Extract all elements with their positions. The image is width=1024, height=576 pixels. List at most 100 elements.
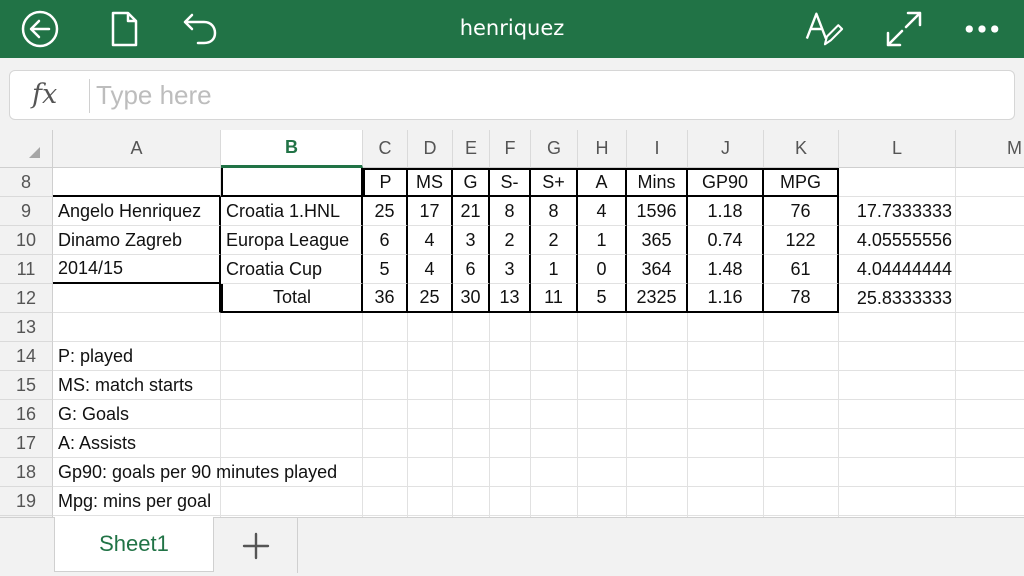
cell-k15[interactable] xyxy=(764,371,839,400)
row-header-16[interactable]: 16 xyxy=(0,400,53,429)
cell-e9[interactable]: 21 xyxy=(453,197,490,226)
cell-k18[interactable] xyxy=(764,458,839,487)
select-all-corner[interactable] xyxy=(0,130,53,168)
cell-a11[interactable]: 2014/15 xyxy=(53,255,221,284)
cell-k10[interactable]: 122 xyxy=(764,226,839,255)
cell-c16[interactable] xyxy=(363,400,408,429)
cell-b16[interactable] xyxy=(221,400,363,429)
cell-d17[interactable] xyxy=(408,429,453,458)
formula-input[interactable] xyxy=(96,77,996,113)
cell-c11[interactable]: 5 xyxy=(363,255,408,284)
cell-b8[interactable] xyxy=(221,168,363,197)
cell-a10[interactable]: Dinamo Zagreb xyxy=(53,226,221,255)
column-header-i[interactable]: I xyxy=(627,130,688,168)
cell-l9[interactable]: 17.7333333 xyxy=(839,197,956,226)
cell-g10[interactable]: 2 xyxy=(531,226,578,255)
cell-e19[interactable] xyxy=(453,487,490,516)
cell-c18[interactable] xyxy=(363,458,408,487)
cell-k8[interactable]: MPG xyxy=(764,168,839,197)
cell-e8[interactable]: G xyxy=(453,168,490,197)
cell-d14[interactable] xyxy=(408,342,453,371)
cell-h15[interactable] xyxy=(578,371,627,400)
cell-i17[interactable] xyxy=(627,429,688,458)
row-header-17[interactable]: 17 xyxy=(0,429,53,458)
cell-i18[interactable] xyxy=(627,458,688,487)
cell-h12[interactable]: 5 xyxy=(578,284,627,313)
cell-i9[interactable]: 1596 xyxy=(627,197,688,226)
cell-e18[interactable] xyxy=(453,458,490,487)
cell-m17[interactable] xyxy=(956,429,1024,458)
more-icon[interactable] xyxy=(962,9,1002,49)
cell-a17[interactable]: A: Assists xyxy=(53,429,221,458)
cell-b19[interactable] xyxy=(221,487,363,516)
cell-f18[interactable] xyxy=(490,458,531,487)
cell-k19[interactable] xyxy=(764,487,839,516)
cell-f11[interactable]: 3 xyxy=(490,255,531,284)
cell-m9[interactable] xyxy=(956,197,1024,226)
cell-e13[interactable] xyxy=(453,313,490,342)
row-header-15[interactable]: 15 xyxy=(0,371,53,400)
cell-f15[interactable] xyxy=(490,371,531,400)
column-header-e[interactable]: E xyxy=(453,130,490,168)
cell-h8[interactable]: A xyxy=(578,168,627,197)
cell-k11[interactable]: 61 xyxy=(764,255,839,284)
cell-j19[interactable] xyxy=(688,487,764,516)
cell-i13[interactable] xyxy=(627,313,688,342)
row-header-9[interactable]: 9 xyxy=(0,197,53,226)
cell-h11[interactable]: 0 xyxy=(578,255,627,284)
cell-d18[interactable] xyxy=(408,458,453,487)
cell-g13[interactable] xyxy=(531,313,578,342)
cell-f19[interactable] xyxy=(490,487,531,516)
cell-k13[interactable] xyxy=(764,313,839,342)
row-header-13[interactable]: 13 xyxy=(0,313,53,342)
cell-m19[interactable] xyxy=(956,487,1024,516)
function-icon[interactable]: fx xyxy=(32,79,57,110)
cell-m13[interactable] xyxy=(956,313,1024,342)
cell-l13[interactable] xyxy=(839,313,956,342)
row-header-14[interactable]: 14 xyxy=(0,342,53,371)
cell-c8[interactable]: P xyxy=(363,168,408,197)
cell-e12[interactable]: 30 xyxy=(453,284,490,313)
cell-a16[interactable]: G: Goals xyxy=(53,400,221,429)
cell-j15[interactable] xyxy=(688,371,764,400)
cell-e14[interactable] xyxy=(453,342,490,371)
cell-g12[interactable]: 11 xyxy=(531,284,578,313)
row-header-8[interactable]: 8 xyxy=(0,168,53,197)
cell-b13[interactable] xyxy=(221,313,363,342)
cell-h17[interactable] xyxy=(578,429,627,458)
column-header-c[interactable]: C xyxy=(363,130,408,168)
column-header-j[interactable]: J xyxy=(688,130,764,168)
row-header-19[interactable]: 19 xyxy=(0,487,53,516)
cell-i8[interactable]: Mins xyxy=(627,168,688,197)
cell-e11[interactable]: 6 xyxy=(453,255,490,284)
row-header-10[interactable]: 10 xyxy=(0,226,53,255)
cell-m10[interactable] xyxy=(956,226,1024,255)
cell-d10[interactable]: 4 xyxy=(408,226,453,255)
column-header-d[interactable]: D xyxy=(408,130,453,168)
column-header-g[interactable]: G xyxy=(531,130,578,168)
cell-j12[interactable]: 1.16 xyxy=(688,284,764,313)
cell-a13[interactable] xyxy=(53,313,221,342)
cell-f16[interactable] xyxy=(490,400,531,429)
cell-l17[interactable] xyxy=(839,429,956,458)
cell-g15[interactable] xyxy=(531,371,578,400)
cell-j11[interactable]: 1.48 xyxy=(688,255,764,284)
cell-e10[interactable]: 3 xyxy=(453,226,490,255)
cell-m11[interactable] xyxy=(956,255,1024,284)
cell-c17[interactable] xyxy=(363,429,408,458)
cell-j18[interactable] xyxy=(688,458,764,487)
cell-l11[interactable]: 4.04444444 xyxy=(839,255,956,284)
cell-l10[interactable]: 4.05555556 xyxy=(839,226,956,255)
cell-c19[interactable] xyxy=(363,487,408,516)
cell-f10[interactable]: 2 xyxy=(490,226,531,255)
cell-d11[interactable]: 4 xyxy=(408,255,453,284)
cell-d9[interactable]: 17 xyxy=(408,197,453,226)
cell-c12[interactable]: 36 xyxy=(363,284,408,313)
cell-h19[interactable] xyxy=(578,487,627,516)
spreadsheet-grid[interactable]: A B C D E F G H I J K L M 8 P MS G S- S+ A Mins GP90 MPG 9 Angel… xyxy=(0,130,1024,517)
cell-m8[interactable] xyxy=(956,168,1024,197)
cell-b10[interactable]: Europa League xyxy=(221,226,363,255)
cell-d15[interactable] xyxy=(408,371,453,400)
cell-h13[interactable] xyxy=(578,313,627,342)
cell-b12[interactable]: Total xyxy=(221,284,363,313)
